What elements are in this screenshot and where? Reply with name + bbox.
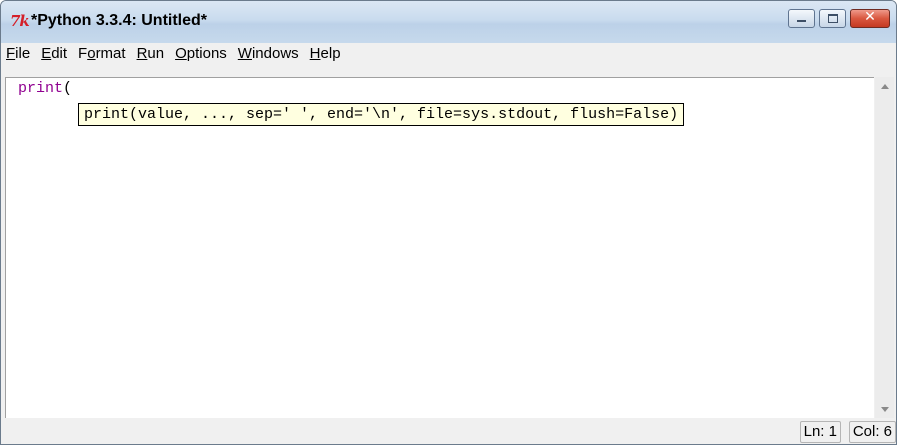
arrow-up-icon: [880, 83, 889, 89]
arrow-down-icon: [880, 406, 889, 412]
minimize-button[interactable]: [788, 9, 815, 28]
window-controls: ✕: [788, 9, 890, 28]
scroll-up-button[interactable]: [875, 77, 894, 95]
menu-format[interactable]: Format: [78, 45, 126, 62]
code-editor[interactable]: print( print(value, ..., sep=' ', end='\…: [5, 77, 874, 419]
menu-bar: File Edit Format Run Options Windows Hel…: [1, 43, 896, 64]
calltip-popup: print(value, ..., sep=' ', end='\n', fil…: [78, 103, 685, 126]
idle-editor-window: 7k *Python 3.3.4: Untitled* ✕ File Edit …: [0, 0, 897, 445]
column-number-indicator: Col: 6: [848, 421, 896, 443]
line-number-indicator: Ln: 1: [799, 421, 841, 443]
menu-help[interactable]: Help: [310, 45, 341, 62]
menu-windows[interactable]: Windows: [238, 45, 299, 62]
minimize-icon: [797, 20, 806, 22]
title-bar[interactable]: 7k *Python 3.3.4: Untitled* ✕: [1, 1, 896, 43]
menu-edit[interactable]: Edit: [41, 45, 67, 62]
window-title: *Python 3.3.4: Untitled*: [31, 12, 208, 29]
menu-options[interactable]: Options: [175, 45, 227, 62]
status-bar: Ln: 1 Col: 6: [1, 418, 896, 443]
code-line[interactable]: print(: [18, 80, 72, 97]
vertical-scrollbar[interactable]: [875, 77, 894, 418]
menu-file[interactable]: File: [6, 45, 30, 62]
code-keyword: print: [18, 80, 64, 97]
maximize-button[interactable]: [819, 9, 846, 28]
code-paren: (: [63, 80, 73, 97]
scroll-down-button[interactable]: [875, 400, 894, 418]
close-icon: ✕: [864, 9, 876, 25]
tk-app-icon[interactable]: 7k: [10, 12, 30, 30]
close-button[interactable]: ✕: [850, 9, 890, 28]
maximize-icon: [828, 14, 838, 23]
menu-run[interactable]: Run: [137, 45, 165, 62]
